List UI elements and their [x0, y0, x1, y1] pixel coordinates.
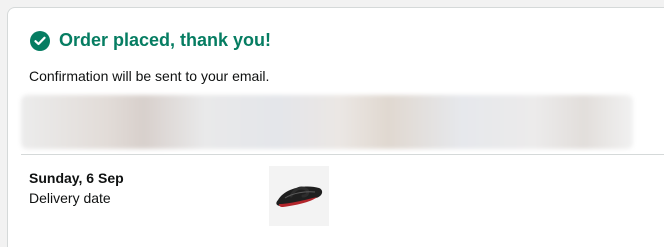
order-header: Order placed, thank you! — [30, 30, 271, 51]
product-thumbnail[interactable] — [269, 166, 329, 226]
delivery-date-value: Sunday, 6 Sep — [29, 170, 124, 186]
order-placed-title: Order placed, thank you! — [59, 30, 272, 50]
delivery-date-label: Delivery date — [29, 190, 111, 206]
confirmation-message: Confirmation will be sent to your email. — [29, 68, 270, 84]
section-divider — [21, 154, 664, 155]
check-circle-icon — [30, 30, 50, 51]
order-confirmation-card: Order placed, thank you! Confirmation wi… — [7, 7, 664, 247]
blurred-shipping-banner — [21, 95, 633, 149]
flip-flop-sandal-icon — [276, 186, 323, 207]
